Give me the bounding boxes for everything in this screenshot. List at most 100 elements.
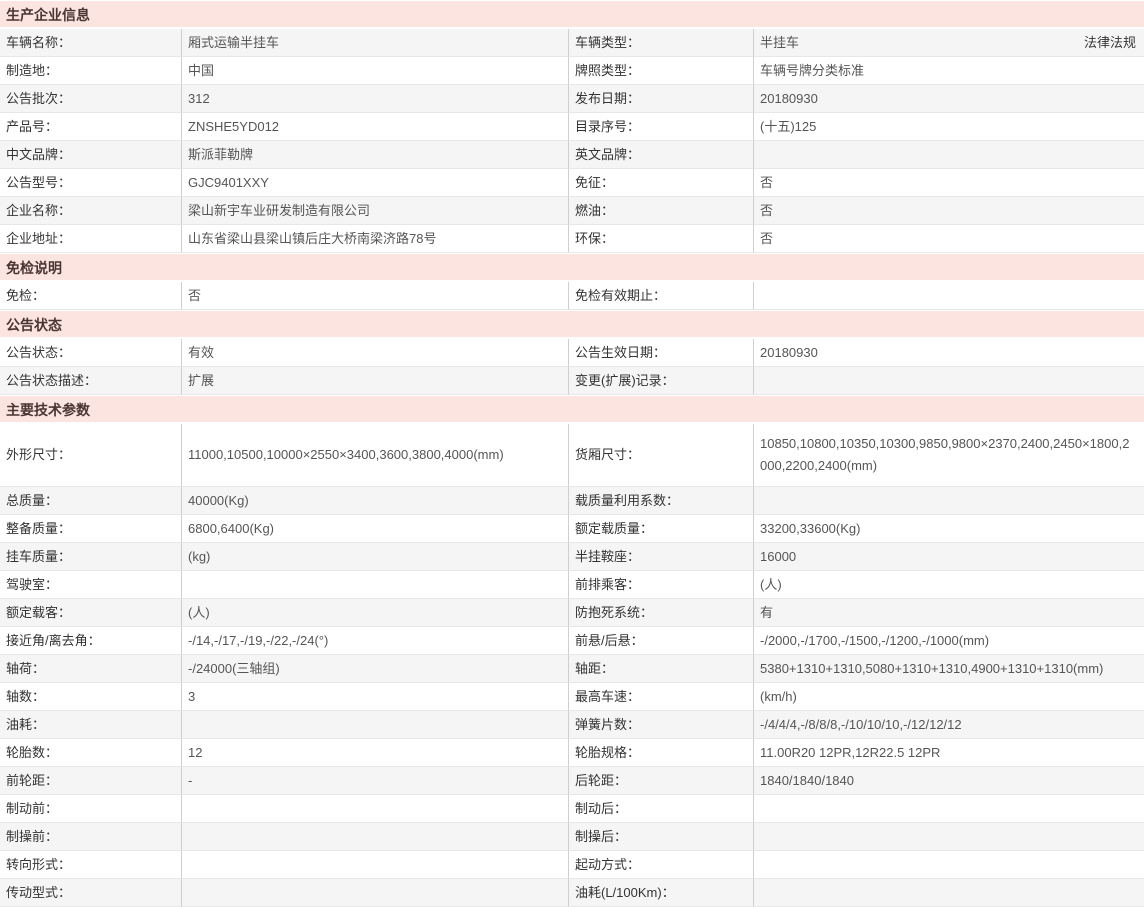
field-value-cell: (人) (181, 599, 568, 627)
field-value-cell: -/4/4/4,-/8/8/8,-/10/10/10,-/12/12/12 (753, 711, 1144, 739)
table-row: 公告状态：有效公告生效日期：20180930 (0, 339, 1144, 367)
field-value-cell: 312 (181, 85, 568, 113)
field-label: 轴距： (568, 655, 753, 683)
table-row: 整备质量：6800,6400(Kg)额定载质量：33200,33600(Kg) (0, 515, 1144, 543)
section: 免检说明免检： 否免检有效期止： (0, 253, 1144, 310)
table-row: 公告状态描述： 扩展变更(扩展)记录： (0, 367, 1144, 395)
field-value: 梁山新宇车业研发制造有限公司 (188, 201, 560, 220)
field-value-cell (181, 711, 568, 739)
field-value-cell: (kg) (181, 543, 568, 571)
field-label: 载质量利用系数： (568, 487, 753, 515)
field-value: 有效 (188, 343, 560, 362)
field-label: 起动方式： (568, 851, 753, 879)
table-row: 制动前：制动后： (0, 795, 1144, 823)
field-label: 最高车速： (568, 683, 753, 711)
field-value-cell (181, 851, 568, 879)
table-row: 总质量：40000(Kg)载质量利用系数： (0, 487, 1144, 515)
field-value-cell: 斯派菲勒牌 (181, 141, 568, 169)
field-value-cell (753, 141, 1144, 169)
field-value: 20180930 (760, 89, 1136, 108)
field-value-cell: 扩展 (181, 367, 568, 395)
field-value: 1840/1840/1840 (760, 771, 1136, 790)
field-value: -/14,-/17,-/19,-/22,-/24(°) (188, 631, 560, 650)
field-value-cell: 40000(Kg) (181, 487, 568, 515)
table-row: 公告批次： 312 发布日期： 20180930 (0, 85, 1144, 113)
field-value: 10850,10800,10350,10300,9850,9800×2370,2… (760, 433, 1136, 477)
field-label: 公告型号： (0, 169, 181, 197)
field-label: 免征： (568, 169, 753, 197)
table-row: 公告型号：GJC9401XXY免征：否 (0, 169, 1144, 197)
field-value: 5380+1310+1310,5080+1310+1310,4900+1310+… (760, 659, 1136, 678)
field-value-cell: 16000 (753, 543, 1144, 571)
field-label: 轮胎数： (0, 739, 181, 767)
field-label: 免检： (0, 282, 181, 310)
field-label: 变更(扩展)记录： (568, 367, 753, 395)
field-label: 制操后： (568, 823, 753, 851)
field-value-cell: 5380+1310+1310,5080+1310+1310,4900+1310+… (753, 655, 1144, 683)
field-label: 整备质量： (0, 515, 181, 543)
table-row: 制造地：中国牌照类型：车辆号牌分类标准 (0, 57, 1144, 85)
section-header: 免检说明 (0, 253, 1144, 282)
table-row: 中文品牌：斯派菲勒牌英文品牌： (0, 141, 1144, 169)
field-label: 传动型式： (0, 879, 181, 907)
table-row: 油耗：弹簧片数：-/4/4/4,-/8/8/8,-/10/10/10,-/12/… (0, 711, 1144, 739)
section-body: 车辆名称：厢式运输半挂车车辆类型：半挂车法律法规制造地：中国牌照类型：车辆号牌分… (0, 29, 1144, 253)
field-value-cell: 20180930 (753, 85, 1144, 113)
field-label: 轮胎规格： (568, 739, 753, 767)
section-body: 外形尺寸：11000,10500,10000×2550×3400,3600,38… (0, 424, 1144, 907)
table-row: 轴数：3最高车速：(km/h) (0, 683, 1144, 711)
field-label: 企业地址： (0, 225, 181, 253)
field-value: 扩展 (188, 371, 560, 390)
field-label: 外形尺寸： (0, 424, 181, 487)
field-label: 公告状态： (0, 339, 181, 367)
field-label: 公告状态描述： (0, 367, 181, 395)
field-value: (人) (188, 603, 560, 622)
field-label: 产品号： (0, 113, 181, 141)
section-body: 免检： 否免检有效期止： (0, 282, 1144, 310)
field-value-cell: 半挂车法律法规 (753, 29, 1144, 57)
field-value-cell: 否 (753, 225, 1144, 253)
section: 公告状态公告状态：有效公告生效日期：20180930公告状态描述：扩展变更(扩展… (0, 310, 1144, 395)
field-value-cell: 1840/1840/1840 (753, 767, 1144, 795)
field-value: 有 (760, 603, 1136, 622)
field-value: 车辆号牌分类标准 (760, 61, 1136, 80)
field-value: GJC9401XXY (188, 173, 560, 192)
field-value: 312 (188, 89, 560, 108)
field-value-cell: 山东省梁山县梁山镇后庄大桥南梁济路78号 (181, 225, 568, 253)
field-value-cell (181, 795, 568, 823)
field-value-cell (181, 823, 568, 851)
field-value: -/2000,-/1700,-/1500,-/1200,-/1000(mm) (760, 631, 1136, 650)
table-row: 企业地址：山东省梁山县梁山镇后庄大桥南梁济路78号环保：否 (0, 225, 1144, 253)
table-row: 制操前：制操后： (0, 823, 1144, 851)
field-value-cell (181, 879, 568, 907)
field-value-cell: 车辆号牌分类标准 (753, 57, 1144, 85)
vehicle-announcement-table: 生产企业信息车辆名称：厢式运输半挂车车辆类型：半挂车法律法规制造地：中国牌照类型… (0, 0, 1144, 907)
field-value: 斯派菲勒牌 (188, 145, 560, 164)
field-label: 发布日期： (568, 85, 753, 113)
field-value-cell: GJC9401XXY (181, 169, 568, 197)
field-value-cell: 有效 (181, 339, 568, 367)
field-value: 否 (760, 201, 1136, 220)
field-label: 免检有效期止： (568, 282, 753, 310)
field-label: 额定载质量： (568, 515, 753, 543)
field-label: 制造地： (0, 57, 181, 85)
field-value: 12 (188, 743, 560, 762)
field-label: 防抱死系统： (568, 599, 753, 627)
table-row: 轴荷：-/24000(三轴组)轴距：5380+1310+1310,5080+13… (0, 655, 1144, 683)
field-label: 转向形式： (0, 851, 181, 879)
field-label: 弹簧片数： (568, 711, 753, 739)
field-value-cell: 厢式运输半挂车 (181, 29, 568, 57)
field-label: 货厢尺寸： (568, 424, 753, 487)
field-label: 目录序号： (568, 113, 753, 141)
table-row: 挂车质量：(kg)半挂鞍座：16000 (0, 543, 1144, 571)
table-row: 接近角/离去角：-/14,-/17,-/19,-/22,-/24(°)前悬/后悬… (0, 627, 1144, 655)
table-row: 前轮距：-后轮距：1840/1840/1840 (0, 767, 1144, 795)
field-value-cell (753, 879, 1144, 907)
field-value-cell: -/24000(三轴组) (181, 655, 568, 683)
field-value: - (188, 771, 560, 790)
laws-regulations-link[interactable]: 法律法规 (1074, 33, 1136, 52)
field-label: 公告批次： (0, 85, 181, 113)
field-value: 否 (188, 286, 560, 305)
field-label: 牌照类型： (568, 57, 753, 85)
field-value-cell (181, 571, 568, 599)
